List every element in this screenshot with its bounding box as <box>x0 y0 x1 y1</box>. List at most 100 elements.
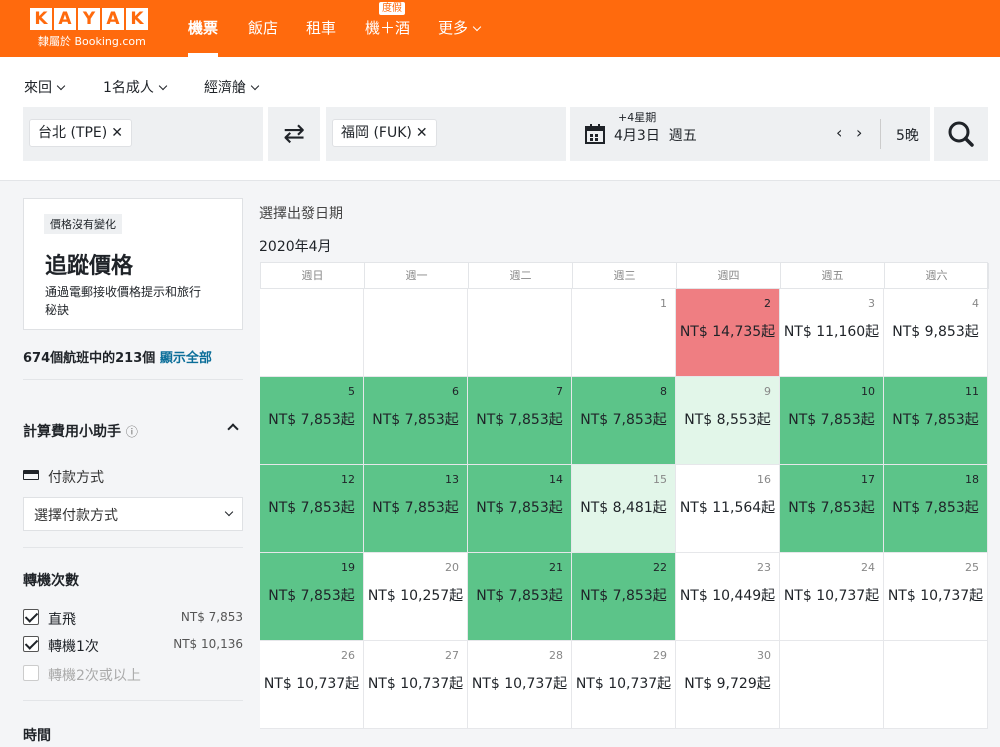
divider <box>23 547 243 548</box>
prev-date-icon[interactable]: ‹ <box>836 123 842 142</box>
calendar-day-cell[interactable]: 7 NT$ 7,853起 <box>468 377 572 465</box>
calendar-icon <box>585 124 605 144</box>
chevron-up-icon[interactable] <box>227 423 239 435</box>
show-all-link[interactable]: 顯示全部 <box>160 351 212 366</box>
day-number: 4 <box>972 297 979 310</box>
weekday-label: 週六 <box>885 263 989 289</box>
calendar-day-cell[interactable]: 18 NT$ 7,853起 <box>884 465 988 553</box>
day-price: NT$ 7,853起 <box>892 500 979 516</box>
destination-field[interactable]: 福岡 (FUK) ✕ <box>326 107 566 161</box>
origin-chip[interactable]: 台北 (TPE) ✕ <box>29 119 132 147</box>
calendar-day-cell[interactable]: 3 NT$ 11,160起 <box>780 289 884 377</box>
calendar-day-cell[interactable]: 6 NT$ 7,853起 <box>364 377 468 465</box>
cabin-dropdown[interactable]: 經濟艙 <box>204 77 260 97</box>
stops-two-plus-label[interactable]: 轉機2次或以上 <box>48 665 141 685</box>
next-date-icon[interactable]: › <box>856 123 862 142</box>
search-icon <box>948 121 974 147</box>
nights-value[interactable]: 5晚 <box>896 125 919 145</box>
remove-origin-icon[interactable]: ✕ <box>111 125 123 141</box>
date-field[interactable]: +4星期 4月3日 週五 ‹ › 5晚 <box>570 107 930 161</box>
calendar-day-cell[interactable]: 13 NT$ 7,853起 <box>364 465 468 553</box>
calendar-day-cell[interactable]: 17 NT$ 7,853起 <box>780 465 884 553</box>
day-number: 10 <box>861 385 875 398</box>
stops-direct-label[interactable]: 直飛 <box>48 609 76 629</box>
top-nav-bar: KAYAK 隸屬於 Booking.com 機票 飯店 租車 度假 機＋酒 更多 <box>0 0 1000 57</box>
calendar-day-cell[interactable]: 16 NT$ 11,564起 <box>676 465 780 553</box>
nav-flights[interactable]: 機票 <box>188 17 218 38</box>
travelers-dropdown[interactable]: 1名成人 <box>103 77 168 97</box>
stops-direct-checkbox[interactable] <box>23 609 39 625</box>
kayak-logo[interactable]: KAYAK <box>30 8 148 30</box>
day-price: NT$ 7,853起 <box>476 588 563 604</box>
chevron-down-icon <box>158 81 168 91</box>
weekday-label: 週一 <box>365 263 469 289</box>
day-number: 3 <box>868 297 875 310</box>
stops-two-plus-checkbox[interactable] <box>23 665 39 681</box>
day-price: NT$ 7,853起 <box>476 500 563 516</box>
day-price: NT$ 10,737起 <box>887 588 984 604</box>
nav-cars[interactable]: 租車 <box>306 17 336 38</box>
search-button[interactable] <box>934 107 988 161</box>
trip-type-dropdown[interactable]: 來回 <box>24 77 66 97</box>
calendar-prompt: 選擇出發日期 <box>259 206 343 222</box>
payment-method-select[interactable]: 選擇付款方式 <box>23 497 243 531</box>
calendar-empty-cell <box>468 289 572 377</box>
day-number: 7 <box>556 385 563 398</box>
calendar-day-cell[interactable]: 25 NT$ 10,737起 <box>884 553 988 641</box>
calendar-day-cell[interactable]: 19 NT$ 7,853起 <box>260 553 364 641</box>
logo-letter: K <box>126 8 148 30</box>
day-price: NT$ 9,729起 <box>684 676 771 692</box>
calendar-day-cell[interactable]: 27 NT$ 10,737起 <box>364 641 468 729</box>
day-price: NT$ 10,737起 <box>367 676 464 692</box>
day-number: 17 <box>861 473 875 486</box>
calendar-day-cell[interactable]: 5 NT$ 7,853起 <box>260 377 364 465</box>
calendar-day-cell[interactable]: 2 NT$ 14,735起 <box>676 289 780 377</box>
calendar-day-cell[interactable]: 28 NT$ 10,737起 <box>468 641 572 729</box>
origin-value: 台北 (TPE) <box>38 125 108 141</box>
calendar-day-cell[interactable]: 26 NT$ 10,737起 <box>260 641 364 729</box>
day-price: NT$ 10,737起 <box>783 588 880 604</box>
day-number: 24 <box>861 561 875 574</box>
day-price: NT$ 10,737起 <box>471 676 568 692</box>
stops-title: 轉機次數 <box>23 573 79 589</box>
calendar-day-cell[interactable]: 11 NT$ 7,853起 <box>884 377 988 465</box>
nav-hotels[interactable]: 飯店 <box>248 17 278 38</box>
calendar-day-cell[interactable]: 14 NT$ 7,853起 <box>468 465 572 553</box>
swap-icon[interactable]: ⇄ <box>268 107 320 161</box>
nav-packages[interactable]: 機＋酒 <box>365 17 410 38</box>
fee-helper-title[interactable]: 計算費用小助手 ⓘ <box>23 421 138 441</box>
day-number: 12 <box>341 473 355 486</box>
origin-field[interactable]: 台北 (TPE) ✕ <box>23 107 263 161</box>
calendar-day-cell[interactable]: 8 NT$ 7,853起 <box>572 377 676 465</box>
calendar-day-cell[interactable]: 15 NT$ 8,481起 <box>572 465 676 553</box>
calendar-day-cell[interactable]: 30 NT$ 9,729起 <box>676 641 780 729</box>
day-price: NT$ 7,853起 <box>788 500 875 516</box>
day-price: NT$ 7,853起 <box>580 588 667 604</box>
calendar-day-cell[interactable]: 12 NT$ 7,853起 <box>260 465 364 553</box>
day-number: 26 <box>341 649 355 662</box>
calendar-day-cell[interactable]: 21 NT$ 7,853起 <box>468 553 572 641</box>
day-number: 1 <box>660 297 667 310</box>
calendar-empty-cell <box>884 641 988 729</box>
calendar-day-cell[interactable]: 10 NT$ 7,853起 <box>780 377 884 465</box>
stops-one-label[interactable]: 轉機1次 <box>48 636 99 656</box>
day-price: NT$ 7,853起 <box>788 412 875 428</box>
calendar-day-cell[interactable]: 22 NT$ 7,853起 <box>572 553 676 641</box>
logo-letter: K <box>30 8 52 30</box>
calendar-day-cell[interactable]: 20 NT$ 10,257起 <box>364 553 468 641</box>
nav-more[interactable]: 更多 <box>438 17 482 38</box>
calendar-day-cell[interactable]: 29 NT$ 10,737起 <box>572 641 676 729</box>
info-icon[interactable]: ⓘ <box>126 425 138 439</box>
track-prices-title[interactable]: 追蹤價格 <box>45 248 133 280</box>
calendar-empty-cell <box>780 641 884 729</box>
calendar-day-cell[interactable]: 9 NT$ 8,553起 <box>676 377 780 465</box>
calendar-day-cell[interactable]: 23 NT$ 10,449起 <box>676 553 780 641</box>
destination-chip[interactable]: 福岡 (FUK) ✕ <box>332 119 437 147</box>
destination-value: 福岡 (FUK) <box>341 125 412 141</box>
calendar-day-cell[interactable]: 24 NT$ 10,737起 <box>780 553 884 641</box>
stops-one-checkbox[interactable] <box>23 636 39 652</box>
day-number: 18 <box>965 473 979 486</box>
day-number: 22 <box>653 561 667 574</box>
calendar-day-cell[interactable]: 4 NT$ 9,853起 <box>884 289 988 377</box>
remove-destination-icon[interactable]: ✕ <box>416 125 428 141</box>
